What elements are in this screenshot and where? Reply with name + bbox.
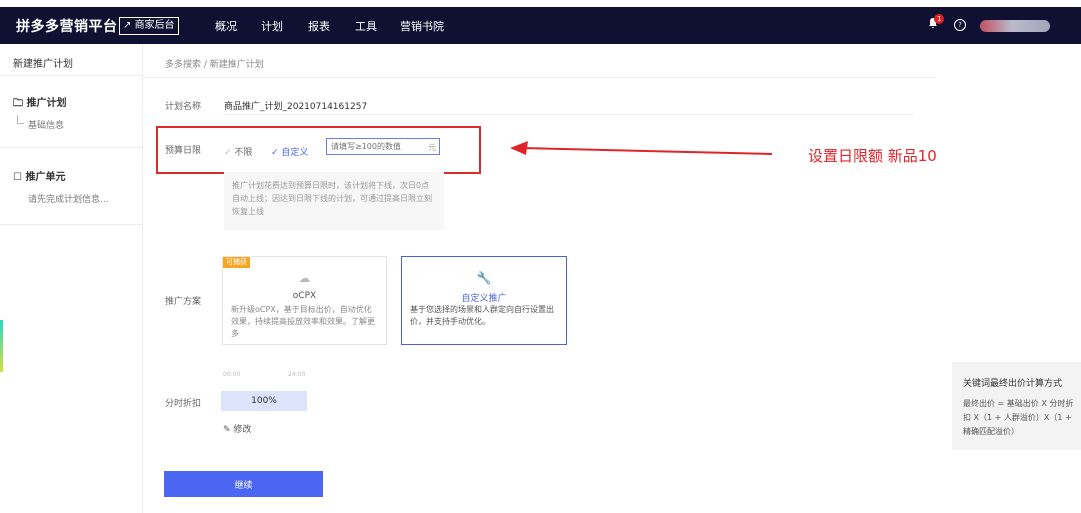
help-icon[interactable]: ? [954, 19, 966, 31]
breadcrumb: 多多搜索 / 新建推广计划 [165, 60, 264, 70]
merchant-backend-link[interactable]: ↗ 商家后台 [119, 17, 179, 35]
scheme-card-tag: 可捕获 [223, 257, 250, 268]
nav-tools[interactable]: 工具 [355, 18, 377, 34]
budget-amount-input[interactable] [326, 138, 440, 155]
scheme-card-title: oCPX [292, 291, 317, 301]
nav-overview[interactable]: 概况 [215, 18, 237, 34]
plan-name-value[interactable]: 商品推广_计划_20210714161257 [224, 99, 367, 112]
user-account-blurred[interactable] [980, 20, 1050, 32]
tree-connector [17, 115, 24, 124]
sidebar-item-plan[interactable]: 🗀 推广计划 [13, 94, 66, 113]
cloud-icon: ☁ [298, 271, 311, 285]
unit-icon: ☐ [13, 172, 22, 183]
nav-reports[interactable]: 报表 [308, 18, 330, 34]
scheme-card-title: 自定义推广 [461, 294, 507, 304]
sidebar-title: 新建推广计划 [13, 59, 73, 70]
scheme-card-custom[interactable]: 🔧 自定义推广 基于您选择的场景和人群定向自行设置出价，并支持手动优化。 [401, 256, 567, 345]
bid-formula-body: 最终出价 = 基础出价 X 分时折扣 X（1 + 人群溢价）X（1 + 精确匹配… [963, 399, 1074, 436]
bid-formula-title: 关键词最终出价计算方式 [963, 379, 1063, 389]
nav-plan[interactable]: 计划 [261, 18, 283, 34]
scheme-card-desc: 新升级oCPX，基于目标出价，自动优化效果，持续提高投放效率和效果。了解更多 [231, 305, 375, 338]
sidebar-divider [0, 147, 142, 148]
nav-academy[interactable]: 营销书院 [400, 18, 444, 34]
folder-icon: 🗀 [13, 98, 23, 109]
annotation-arrow [510, 141, 773, 155]
edit-icon: ✎ [223, 425, 231, 435]
wrench-icon: 🔧 [476, 271, 492, 285]
sidebar-item-unit-label: 推广单元 [25, 172, 66, 183]
budget-option-unlimited[interactable]: ✓ 不限 [224, 145, 252, 158]
budget-tip: 推广计划花费达到预算日限时，该计划将下线，次日0点自动上线；因达到日限下线的计划… [224, 172, 444, 230]
top-navbar: 拼多多营销平台 ↗ 商家后台 概况 计划 报表 工具 营销书院 1 ? [0, 7, 1081, 44]
scheme-label: 推广方案 [165, 297, 202, 307]
main-form-area: 多多搜索 / 新建推广计划 计划名称 商品推广_计划_2021071416125… [143, 44, 936, 513]
budget-unit: 元 [428, 143, 436, 152]
budget-label: 预算日限 [165, 146, 202, 156]
scheme-card-ocpx[interactable]: 可捕获 ☁ oCPX 新升级oCPX，基于目标出价，自动优化效果，持续提高投放效… [222, 256, 387, 345]
sidebar-item-plan-label: 推广计划 [26, 98, 67, 109]
check-icon: ✓ [271, 148, 279, 158]
edit-label: 修改 [233, 425, 252, 435]
sidebar: 新建推广计划 🗀 推广计划 基础信息 ☐ 推广单元 请先完成计划信息... [0, 44, 143, 513]
top-gap [0, 0, 1081, 7]
merchant-backend-label: 商家后台 [134, 20, 175, 31]
sidebar-item-basic-info[interactable]: 基础信息 [28, 118, 64, 131]
plan-name-label: 计划名称 [165, 102, 202, 112]
scheme-card-desc: 基于您选择的场景和人群定向自行设置出价，并支持手动优化。 [410, 305, 554, 326]
check-icon: ✓ [224, 148, 232, 158]
sidebar-divider [0, 224, 142, 225]
budget-option-custom-label: 自定义 [281, 148, 309, 158]
budget-option-custom[interactable]: ✓ 自定义 [271, 145, 308, 158]
plan-name-underline [224, 114, 914, 115]
time-start: 00:00 [223, 371, 241, 378]
budget-option-unlimited-label: 不限 [234, 148, 253, 158]
time-discount-label: 分时折扣 [165, 399, 202, 409]
continue-button[interactable]: 继续 [164, 471, 323, 497]
edit-time-discount-link[interactable]: ✎ 修改 [223, 422, 251, 435]
platform-logo[interactable]: 拼多多营销平台 [16, 16, 118, 36]
time-discount-bar[interactable]: 100% [221, 391, 307, 411]
sidebar-item-unit[interactable]: ☐ 推广单元 [13, 168, 65, 183]
time-end: 24:00 [288, 371, 306, 378]
left-edge-widget[interactable] [0, 320, 3, 372]
sidebar-divider [0, 75, 142, 76]
sidebar-item-unit-hint: 请先完成计划信息... [28, 195, 109, 205]
breadcrumb-divider [143, 77, 936, 78]
